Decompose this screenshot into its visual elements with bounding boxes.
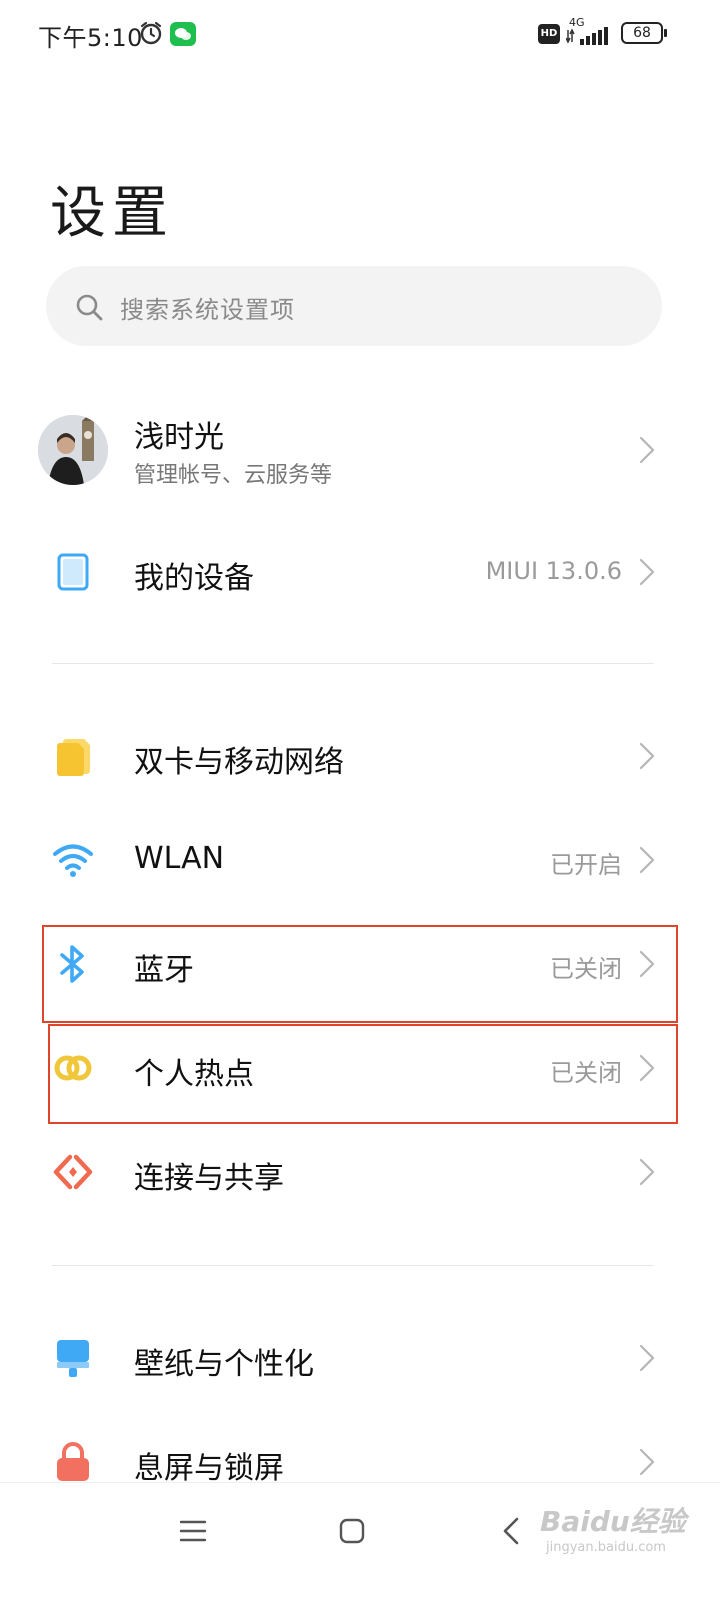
- settings-item-label: 连接与共享: [134, 1161, 284, 1196]
- settings-item-label: 壁纸与个性化: [134, 1347, 314, 1382]
- connection-share-icon: [53, 1154, 93, 1190]
- chevron-right-icon: [639, 1344, 655, 1372]
- highlight-box-hotspot: [48, 1024, 678, 1124]
- chevron-right-icon: [639, 1448, 655, 1476]
- status-time: 下午5:10: [38, 24, 143, 52]
- wallpaper-icon: [57, 1340, 89, 1377]
- menu-icon[interactable]: [173, 1511, 213, 1551]
- home-icon[interactable]: [332, 1511, 372, 1551]
- watermark-url: jingyan.baidu.com: [546, 1540, 666, 1555]
- lock-icon: [57, 1442, 89, 1481]
- settings-item-value: 已开启: [550, 851, 622, 879]
- settings-item-dual-sim[interactable]: 双卡与移动网络: [0, 714, 720, 798]
- alarm-icon: [140, 21, 162, 45]
- search-placeholder: 搜索系统设置项: [120, 296, 295, 324]
- divider: [52, 663, 654, 664]
- status-bar: 下午5:10 HD 4G 68: [0, 0, 720, 70]
- chevron-right-icon: [639, 846, 655, 874]
- settings-item-label: WLAN: [134, 841, 225, 876]
- settings-item-label: 息屏与锁屏: [134, 1451, 284, 1486]
- search-icon: [76, 294, 103, 321]
- account-name: 浅时光: [134, 420, 224, 455]
- account-row[interactable]: 浅时光 管理帐号、云服务等: [0, 400, 720, 500]
- chevron-right-icon: [639, 1158, 655, 1186]
- settings-item-connection-sharing[interactable]: 连接与共享: [0, 1130, 720, 1214]
- search-input[interactable]: 搜索系统设置项: [46, 266, 662, 346]
- wechat-icon: [170, 22, 196, 46]
- divider: [52, 1265, 654, 1266]
- sim-card-icon: [57, 739, 90, 776]
- settings-item-my-device[interactable]: 我的设备 MIUI 13.0.6: [0, 530, 720, 614]
- settings-item-label: 我的设备: [134, 561, 254, 596]
- battery-indicator: 68: [621, 22, 667, 44]
- settings-item-value: MIUI 13.0.6: [485, 557, 622, 585]
- chevron-right-icon: [639, 742, 655, 770]
- settings-item-label: 双卡与移动网络: [134, 745, 344, 780]
- settings-item-wlan[interactable]: WLAN 已开启: [0, 818, 720, 902]
- avatar: [38, 415, 108, 485]
- hd-badge: HD: [538, 24, 560, 44]
- watermark-logo: Baidu经验: [540, 1505, 686, 1538]
- wifi-icon: [53, 844, 93, 877]
- signal-icon: [566, 27, 608, 45]
- back-icon[interactable]: [492, 1511, 532, 1551]
- chevron-right-icon: [639, 436, 655, 464]
- account-subtitle: 管理帐号、云服务等: [134, 463, 333, 488]
- chevron-right-icon: [639, 558, 655, 586]
- page-title: 设置: [50, 181, 174, 246]
- settings-item-wallpaper[interactable]: 壁纸与个性化: [0, 1316, 720, 1400]
- tablet-icon: [57, 553, 89, 591]
- highlight-box-bluetooth: [42, 925, 678, 1023]
